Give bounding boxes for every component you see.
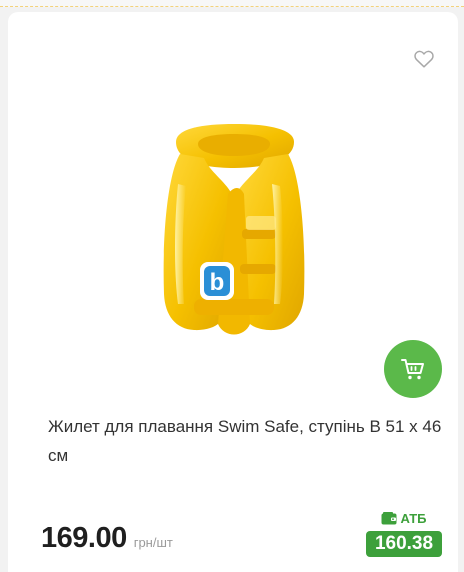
- badge-letter: b: [210, 269, 225, 296]
- product-card[interactable]: b Жилет для плавання Swim Safe, ступінь …: [8, 12, 458, 572]
- price-unit: грн/шт: [133, 535, 173, 550]
- heart-outline-icon[interactable]: [413, 48, 435, 70]
- club-price-block: АТБ 160.38: [366, 510, 442, 557]
- shopping-cart-icon[interactable]: [400, 357, 426, 381]
- club-label-text: АТБ: [400, 510, 427, 526]
- favorite-button[interactable]: [413, 48, 435, 70]
- club-price: 160.38: [366, 531, 442, 557]
- product-title[interactable]: Жилет для плавання Swim Safe, ступінь B …: [48, 412, 443, 470]
- wallet-icon: [381, 511, 397, 524]
- top-strip: [0, 0, 464, 7]
- product-image[interactable]: b: [154, 124, 314, 349]
- regular-price: 169.00: [41, 522, 127, 554]
- club-label: АТБ: [366, 510, 442, 526]
- price-row: 169.00 грн/шт: [41, 522, 173, 555]
- add-to-cart-button[interactable]: [384, 340, 442, 398]
